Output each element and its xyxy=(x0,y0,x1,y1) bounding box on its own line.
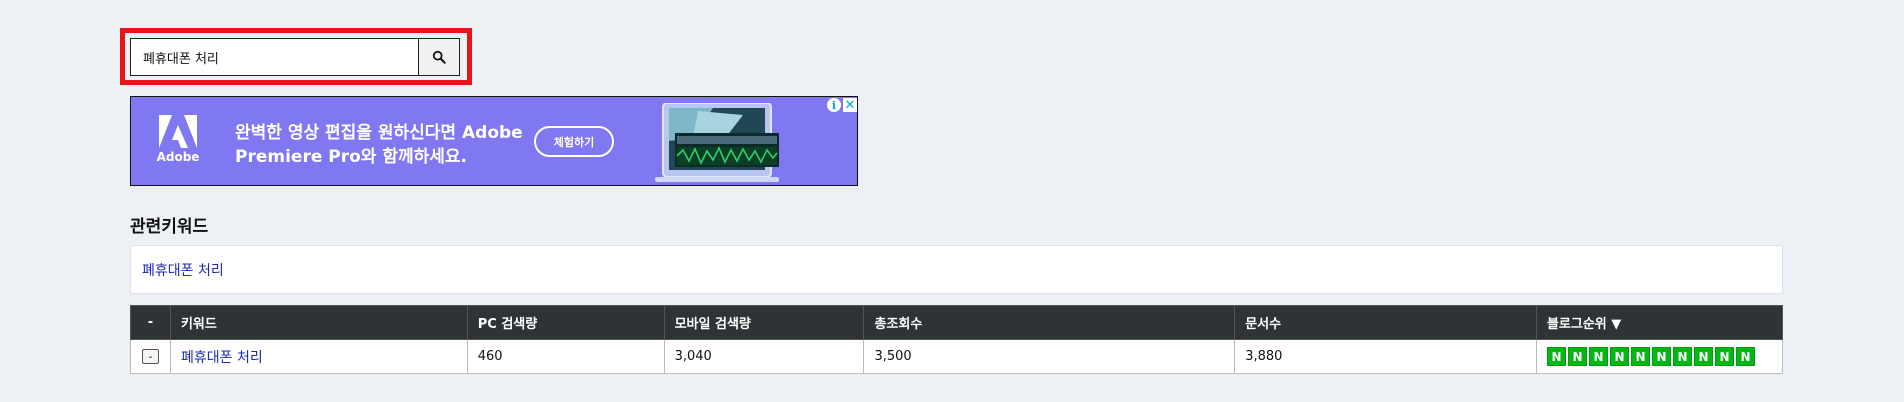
table-row: - 폐휴대폰 처리 460 3,040 3,500 3,880 N N N N … xyxy=(130,339,1784,374)
naver-rank-badge[interactable]: N xyxy=(1672,347,1692,366)
ad-banner[interactable]: Adobe 완벽한 영상 편집을 원하신다면 Adobe Premiere Pr… xyxy=(130,96,858,186)
adobe-logo-text: Adobe xyxy=(156,150,200,164)
ad-headline-line1: 완벽한 영상 편집을 원하신다면 Adobe xyxy=(235,123,523,143)
col-header-doc-count[interactable]: 문서수 xyxy=(1234,305,1537,340)
info-icon[interactable]: i xyxy=(827,98,841,112)
col-header-pc-volume[interactable]: PC 검색량 xyxy=(466,305,665,340)
ad-cta-button[interactable]: 체험하기 xyxy=(534,126,614,157)
keyword-cell: 폐휴대폰 처리 xyxy=(169,339,468,374)
col-header-toggle[interactable]: - xyxy=(130,305,171,340)
blog-rank-cell: N N N N N N N N N N xyxy=(1535,339,1784,374)
search-input[interactable] xyxy=(131,39,418,75)
naver-rank-badge[interactable]: N xyxy=(1567,347,1587,366)
naver-rank-badge[interactable]: N xyxy=(1735,347,1755,366)
row-collapse-button[interactable]: - xyxy=(141,349,159,364)
search-button[interactable] xyxy=(418,39,459,75)
total-views-cell: 3,500 xyxy=(863,339,1236,374)
naver-rank-badge[interactable]: N xyxy=(1588,347,1608,366)
col-header-blog-rank[interactable]: 블로그순위 ▼ xyxy=(1535,305,1784,340)
naver-rank-badge[interactable]: N xyxy=(1651,347,1671,366)
naver-rank-badge[interactable]: N xyxy=(1609,347,1629,366)
pc-volume-cell: 460 xyxy=(466,339,665,374)
adobe-logo: Adobe xyxy=(157,115,199,164)
adobe-logo-icon xyxy=(159,115,197,148)
keyword-link[interactable]: 폐휴대폰 처리 xyxy=(181,350,263,366)
laptop-illustration xyxy=(655,103,779,182)
row-toggle-cell: - xyxy=(130,339,171,374)
naver-rank-badge[interactable]: N xyxy=(1693,347,1713,366)
related-keywords-panel: 폐휴대폰 처리 xyxy=(130,245,1783,294)
col-header-keyword[interactable]: 키워드 xyxy=(169,305,468,340)
naver-rank-badge[interactable]: N xyxy=(1546,347,1566,366)
mobile-volume-cell: 3,040 xyxy=(663,339,865,374)
ad-headline-line2: Premiere Pro와 함께하세요. xyxy=(235,147,468,167)
close-icon[interactable]: ✕ xyxy=(843,98,857,112)
keyword-table: - 키워드 PC 검색량 모바일 검색량 총조회수 문서수 블로그순위 ▼ - … xyxy=(130,305,1784,374)
related-keyword-link[interactable]: 폐휴대폰 처리 xyxy=(142,263,224,279)
col-header-mobile-volume[interactable]: 모바일 검색량 xyxy=(663,305,865,340)
col-header-total-views[interactable]: 총조회수 xyxy=(863,305,1236,340)
related-keywords-title: 관련키워드 xyxy=(130,217,209,237)
doc-count-cell: 3,880 xyxy=(1234,339,1537,374)
search-form xyxy=(130,38,460,76)
ad-headline: 완벽한 영상 편집을 원하신다면 Adobe Premiere Pro와 함께하… xyxy=(235,121,535,169)
naver-rank-badge[interactable]: N xyxy=(1714,347,1734,366)
naver-rank-badge[interactable]: N xyxy=(1630,347,1650,366)
table-header-row: - 키워드 PC 검색량 모바일 검색량 총조회수 문서수 블로그순위 ▼ xyxy=(130,305,1784,340)
blog-rank-badges: N N N N N N N N N N xyxy=(1546,347,1772,366)
search-icon xyxy=(432,50,446,64)
